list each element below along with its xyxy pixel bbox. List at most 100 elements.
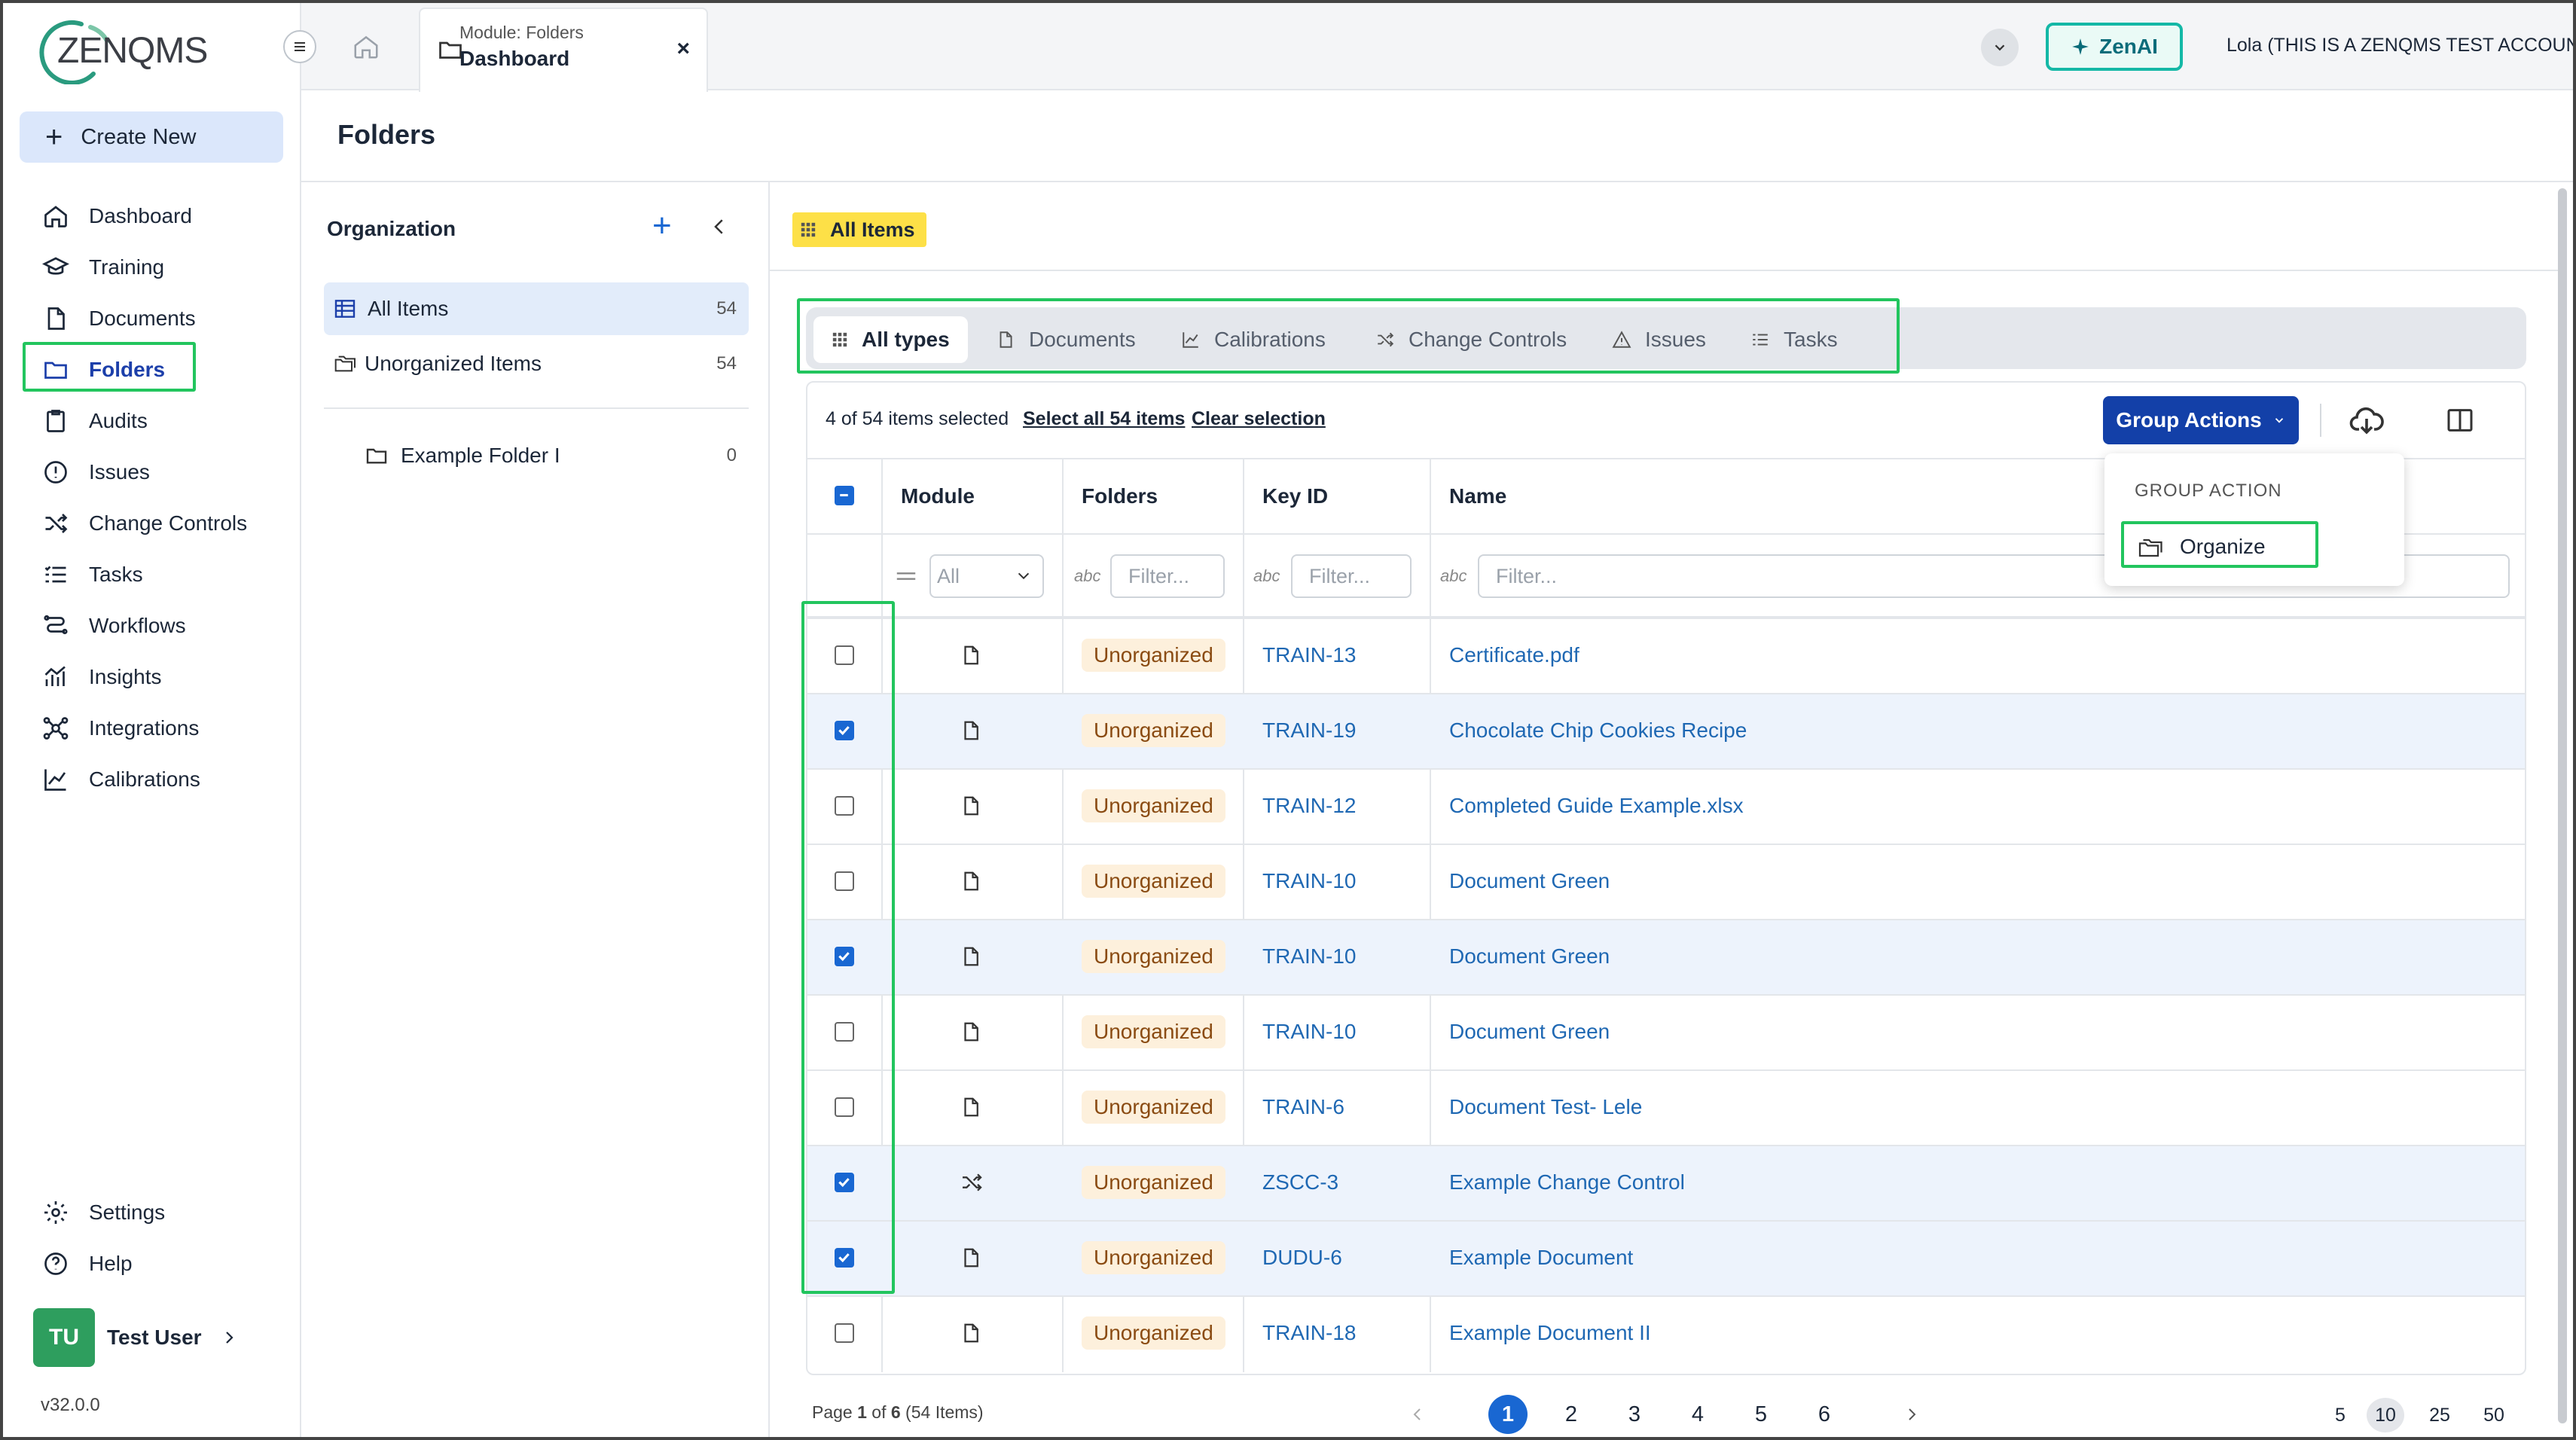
nav-tasks[interactable]: Tasks (41, 554, 143, 596)
nav-settings[interactable]: Settings (41, 1191, 165, 1234)
folders-filter-input[interactable]: Filter... (1110, 554, 1225, 598)
table-row[interactable] (807, 919, 2525, 994)
key-id-link[interactable]: TRAIN-18 (1262, 1316, 1356, 1350)
nav-change-controls[interactable]: Change Controls (41, 502, 247, 545)
table-row[interactable] (807, 1295, 2525, 1371)
tab-module-label: Module: Folders (459, 23, 584, 42)
nav-label: Insights (89, 665, 162, 688)
column-header-module[interactable]: Module (901, 479, 975, 514)
group-actions-button[interactable]: Group Actions (2103, 396, 2299, 444)
sidebar-toggle-button[interactable] (283, 30, 316, 63)
nav-insights[interactable]: Insights (41, 656, 162, 698)
item-name-link[interactable]: Document Green (1449, 1015, 1610, 1048)
key-id-link[interactable]: TRAIN-6 (1262, 1091, 1344, 1124)
page-number-button[interactable]: 2 (1552, 1395, 1591, 1434)
item-name-link[interactable]: Document Green (1449, 865, 1610, 898)
download-cloud-icon[interactable] (2349, 404, 2385, 437)
select-all-link[interactable]: Select all 54 items (1023, 408, 1185, 430)
page-number-button[interactable]: 6 (1805, 1395, 1844, 1434)
nav-label: Change Controls (89, 511, 248, 535)
pagination-total: 6 (890, 1402, 901, 1422)
user-menu[interactable]: TU Test User (33, 1307, 244, 1368)
organize-highlight-box (2121, 521, 2318, 568)
tab-dashboard[interactable]: Module: Folders Dashboard × (419, 8, 708, 92)
nav-workflows[interactable]: Workflows (41, 605, 186, 647)
document-icon (960, 1321, 982, 1345)
item-name-link[interactable]: Example Change Control (1449, 1166, 1685, 1199)
page-size-option[interactable]: 10 (2367, 1398, 2404, 1432)
table-row[interactable] (807, 994, 2525, 1069)
item-name-link[interactable]: Certificate.pdf (1449, 639, 1579, 672)
document-icon (960, 643, 982, 667)
zenqms-logo[interactable]: ZENQMS (36, 15, 217, 84)
key-id-link[interactable]: TRAIN-10 (1262, 865, 1356, 898)
key-id-link[interactable]: TRAIN-12 (1262, 789, 1356, 822)
organization-title: Organization (327, 217, 456, 240)
org-all-items-count: 54 (716, 298, 737, 319)
key-id-link[interactable]: TRAIN-13 (1262, 639, 1356, 672)
account-label[interactable]: Lola (THIS IS A ZENQMS TEST ACCOUNT) (2227, 35, 2576, 56)
key-id-link[interactable]: TRAIN-10 (1262, 1015, 1356, 1048)
table-row[interactable] (807, 844, 2525, 919)
item-name-link[interactable]: Example Document II (1449, 1316, 1651, 1350)
collapse-panel-button[interactable] (708, 215, 731, 238)
table-row[interactable] (807, 1069, 2525, 1145)
org-folder-label: Example Folder I (401, 444, 560, 467)
page-number-button[interactable]: 4 (1678, 1395, 1717, 1434)
chevron-down-icon (2272, 413, 2286, 427)
nav-documents[interactable]: Documents (41, 297, 196, 340)
page-number-button[interactable]: 3 (1615, 1395, 1654, 1434)
nav-help[interactable]: Help (41, 1243, 133, 1285)
page-number-button[interactable]: 5 (1741, 1395, 1781, 1434)
nav-training[interactable]: Training (41, 246, 164, 288)
column-header-name[interactable]: Name (1449, 479, 1506, 514)
column-header-key-id[interactable]: Key ID (1262, 479, 1328, 514)
sparkle-icon (2071, 37, 2090, 56)
select-all-checkbox[interactable] (835, 486, 854, 505)
tabs-dropdown-button[interactable] (1981, 29, 2019, 66)
folder-icon (365, 444, 389, 468)
page-size-option[interactable]: 50 (2475, 1398, 2513, 1432)
table-row[interactable] (807, 618, 2525, 693)
add-folder-button[interactable]: + (652, 209, 672, 243)
org-folder-item[interactable]: Example Folder I 0 (324, 429, 749, 482)
nav-label: Workflows (89, 614, 186, 637)
key-id-link[interactable]: DUDU-6 (1262, 1241, 1342, 1274)
previous-page-icon[interactable] (1409, 1404, 1427, 1425)
row-checkbox[interactable] (835, 1323, 854, 1343)
content-scrollbar[interactable] (2558, 188, 2567, 1423)
item-name-link[interactable]: Example Document (1449, 1241, 1633, 1274)
document-icon (960, 944, 982, 969)
key-id-link[interactable]: TRAIN-10 (1262, 940, 1356, 973)
org-unorganized-items[interactable]: Unorganized Items 54 (324, 337, 749, 390)
key-id-link[interactable]: ZSCC-3 (1262, 1166, 1338, 1199)
close-tab-icon[interactable]: × (676, 36, 690, 62)
nav-calibrations[interactable]: Calibrations (41, 758, 200, 801)
zenai-button[interactable]: ZenAI (2046, 23, 2183, 71)
page-number-button[interactable]: 1 (1488, 1395, 1528, 1434)
key-id-link[interactable]: TRAIN-19 (1262, 714, 1356, 747)
nav-dashboard[interactable]: Dashboard (41, 195, 192, 237)
nav-integrations[interactable]: Integrations (41, 707, 199, 749)
page-size-option[interactable]: 5 (2321, 1398, 2359, 1432)
columns-toggle-icon[interactable] (2445, 405, 2475, 435)
column-header-folders[interactable]: Folders (1082, 479, 1158, 514)
page-size-option[interactable]: 25 (2421, 1398, 2458, 1432)
home-tab-button[interactable] (348, 29, 384, 65)
next-page-icon[interactable] (1903, 1404, 1921, 1425)
filter-placeholder: Filter... (1496, 564, 1558, 587)
item-name-link[interactable]: Document Green (1449, 940, 1610, 973)
clear-selection-link[interactable]: Clear selection (1192, 408, 1326, 430)
item-name-link[interactable]: Chocolate Chip Cookies Recipe (1449, 714, 1747, 747)
create-new-button[interactable]: + Create New (20, 111, 283, 163)
task-list-icon (41, 560, 71, 590)
item-name-link[interactable]: Completed Guide Example.xlsx (1449, 789, 1744, 822)
nav-audits[interactable]: Audits (41, 400, 148, 442)
dropdown-heading: GROUP ACTION (2135, 481, 2282, 501)
table-row[interactable] (807, 1220, 2525, 1295)
item-name-link[interactable]: Document Test- Lele (1449, 1091, 1642, 1124)
module-filter-select[interactable]: All (929, 554, 1044, 598)
org-all-items[interactable]: All Items 54 (324, 282, 749, 335)
nav-issues[interactable]: Issues (41, 451, 150, 493)
key-id-filter-input[interactable]: Filter... (1291, 554, 1412, 598)
